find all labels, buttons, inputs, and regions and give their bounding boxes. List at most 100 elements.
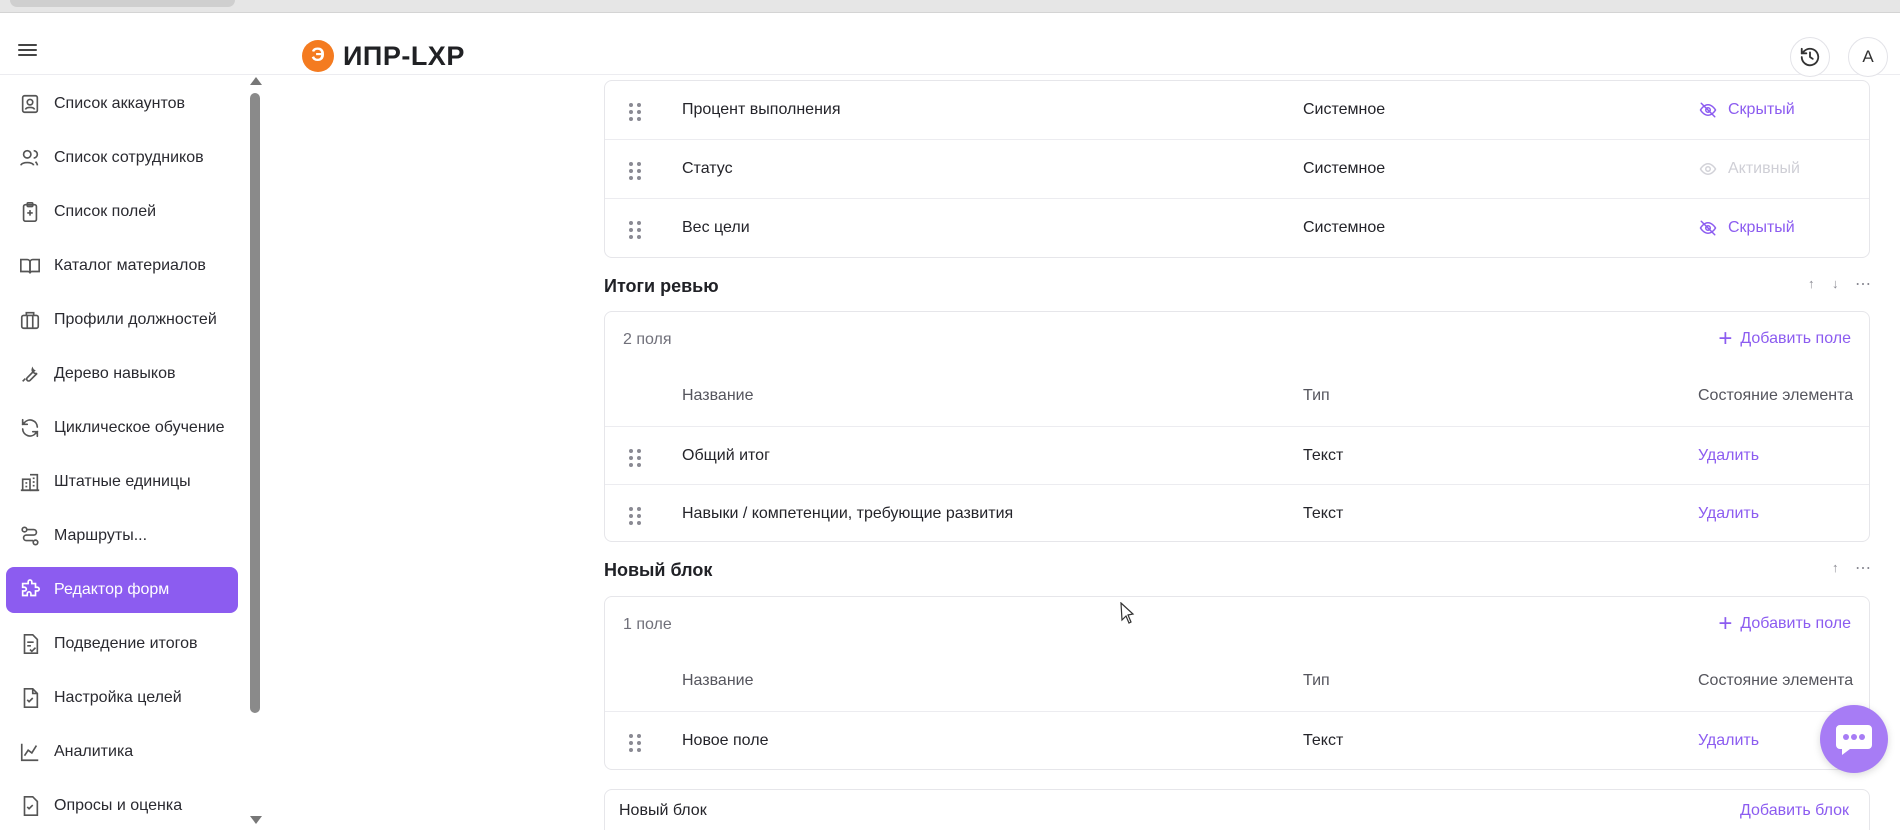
- sidebar-scrollbar[interactable]: [250, 93, 260, 713]
- sidebar-item-form-editor[interactable]: Редактор форм: [6, 567, 238, 613]
- delete-field-button[interactable]: Удалить: [1698, 732, 1759, 750]
- column-header-type: Тип: [1303, 387, 1330, 404]
- sidebar-item-label: Маршруты...: [54, 527, 148, 544]
- drag-handle-icon[interactable]: [627, 447, 643, 469]
- drag-handle-icon[interactable]: [627, 732, 643, 754]
- drag-handle-icon[interactable]: [627, 505, 643, 527]
- wrench-icon: [16, 360, 44, 388]
- more-options-icon[interactable]: ⋯: [1855, 274, 1871, 294]
- column-header-type: Тип: [1303, 672, 1330, 689]
- visibility-label: Скрытый: [1728, 101, 1795, 118]
- add-block-card: Новый блок Добавить блок: [604, 789, 1870, 830]
- move-up-icon[interactable]: ↑: [1808, 276, 1815, 291]
- table-row: Новое поле Текст Удалить: [605, 711, 1869, 769]
- scroll-up-arrow[interactable]: [250, 77, 262, 85]
- drag-handle-icon[interactable]: [627, 160, 643, 182]
- delete-field-button[interactable]: Удалить: [1698, 447, 1759, 465]
- history-icon: [1800, 47, 1820, 67]
- add-field-button[interactable]: + Добавить поле: [1718, 325, 1851, 352]
- field-name: Новое поле: [682, 732, 769, 749]
- sidebar-item-cyclic-learning[interactable]: Циклическое обучение: [6, 405, 238, 451]
- logo-mark: Э: [302, 40, 334, 72]
- sidebar-item-label: Настройка целей: [54, 689, 182, 706]
- sidebar-item-accounts[interactable]: Список аккаунтов: [6, 81, 238, 127]
- visibility-label: Скрытый: [1728, 219, 1795, 236]
- sidebar-item-skill-tree[interactable]: Дерево навыков: [6, 351, 238, 397]
- add-field-label: Добавить поле: [1740, 330, 1851, 347]
- chart-line-icon: [16, 738, 44, 766]
- move-down-icon[interactable]: ↓: [1832, 276, 1839, 291]
- file-check-icon: [16, 684, 44, 712]
- sidebar-item-label: Список аккаунтов: [54, 95, 186, 112]
- drag-handle-icon[interactable]: [627, 219, 643, 241]
- visibility-toggle[interactable]: Скрытый: [1698, 101, 1795, 119]
- field-name: Статус: [682, 160, 733, 177]
- building-icon: [16, 468, 44, 496]
- clipboard-plus-icon: [16, 198, 44, 226]
- account-card-icon: [16, 90, 44, 118]
- field-type: Системное: [1303, 219, 1386, 236]
- visibility-toggle[interactable]: Активный: [1698, 160, 1800, 178]
- sidebar-item-label: Список сотрудников: [54, 149, 204, 166]
- sidebar-item-label: Профили должностей: [54, 311, 217, 328]
- eye-icon: [1699, 162, 1717, 176]
- users-icon: [16, 144, 44, 172]
- scroll-down-arrow[interactable]: [250, 816, 262, 824]
- sidebar-item-job-profiles[interactable]: Профили должностей: [6, 297, 238, 343]
- sidebar-item-goals-settings[interactable]: Настройка целей: [6, 675, 238, 721]
- briefcase-icon: [16, 306, 44, 334]
- mouse-cursor-icon: [1120, 602, 1135, 624]
- sidebar-item-label: Каталог материалов: [54, 257, 206, 274]
- field-count: 1 поле: [623, 616, 672, 633]
- sidebar-item-label: Штатные единицы: [54, 473, 191, 490]
- table-row: Вес цели Системное Скрытый: [605, 198, 1869, 256]
- field-count: 2 поля: [623, 331, 672, 348]
- plus-icon: +: [1718, 610, 1733, 637]
- new-block-label: Новый блок: [619, 802, 707, 819]
- sidebar-item-analytics[interactable]: Аналитика: [6, 729, 238, 775]
- avatar[interactable]: A: [1848, 37, 1888, 77]
- review-fields-card: 2 поля + Добавить поле Название Тип Сост…: [604, 311, 1870, 542]
- sidebar-item-staff-units[interactable]: Штатные единицы: [6, 459, 238, 505]
- field-name: Процент выполнения: [682, 101, 841, 118]
- browser-tab[interactable]: [10, 0, 235, 7]
- table-row: Общий итог Текст Удалить: [605, 426, 1869, 484]
- table-row: Статус Системное Активный: [605, 139, 1869, 197]
- sidebar-item-routes[interactable]: Маршруты...: [6, 513, 238, 559]
- history-button[interactable]: [1790, 37, 1830, 77]
- move-up-icon[interactable]: ↑: [1832, 560, 1839, 575]
- sidebar-item-catalog[interactable]: Каталог материалов: [6, 243, 238, 289]
- document-check-icon: [16, 630, 44, 658]
- drag-handle-icon[interactable]: [627, 101, 643, 123]
- field-name: Вес цели: [682, 219, 750, 236]
- plus-icon: +: [1718, 325, 1733, 352]
- sidebar-item-fields[interactable]: Список полей: [6, 189, 238, 235]
- sidebar-item-label: Редактор форм: [54, 581, 170, 598]
- sidebar-item-surveys[interactable]: Опросы и оценка: [6, 783, 238, 829]
- add-field-button[interactable]: + Добавить поле: [1718, 610, 1851, 637]
- chat-icon: [1836, 725, 1872, 755]
- add-block-button[interactable]: Добавить блок: [1740, 802, 1849, 820]
- field-name: Общий итог: [682, 447, 770, 464]
- visibility-toggle[interactable]: Скрытый: [1698, 219, 1795, 237]
- logo[interactable]: Э ИПР-LXP: [302, 40, 465, 72]
- field-type: Текст: [1303, 447, 1344, 464]
- route-icon: [16, 522, 44, 550]
- visibility-label: Активный: [1728, 160, 1800, 177]
- top-bar: Э ИПР-LXP A: [0, 13, 1900, 77]
- field-type: Системное: [1303, 101, 1386, 118]
- more-options-icon[interactable]: ⋯: [1855, 558, 1871, 578]
- logo-text: ИПР-LXP: [343, 40, 465, 71]
- goals-fields-card: Процент выполнения Системное Скрытый Ста…: [604, 80, 1870, 258]
- browser-strip: [0, 0, 1900, 13]
- column-header-state: Состояние элемента: [1698, 672, 1854, 689]
- sidebar-item-results[interactable]: Подведение итогов: [6, 621, 238, 667]
- sidebar-item-employees[interactable]: Список сотрудников: [6, 135, 238, 181]
- book-icon: [16, 252, 44, 280]
- chat-button[interactable]: [1820, 705, 1888, 773]
- refresh-icon: [16, 414, 44, 442]
- sidebar-item-label: Список полей: [54, 203, 157, 220]
- hamburger-menu-icon[interactable]: [16, 41, 40, 65]
- delete-field-button[interactable]: Удалить: [1698, 505, 1759, 523]
- eye-off-icon: [1699, 102, 1717, 118]
